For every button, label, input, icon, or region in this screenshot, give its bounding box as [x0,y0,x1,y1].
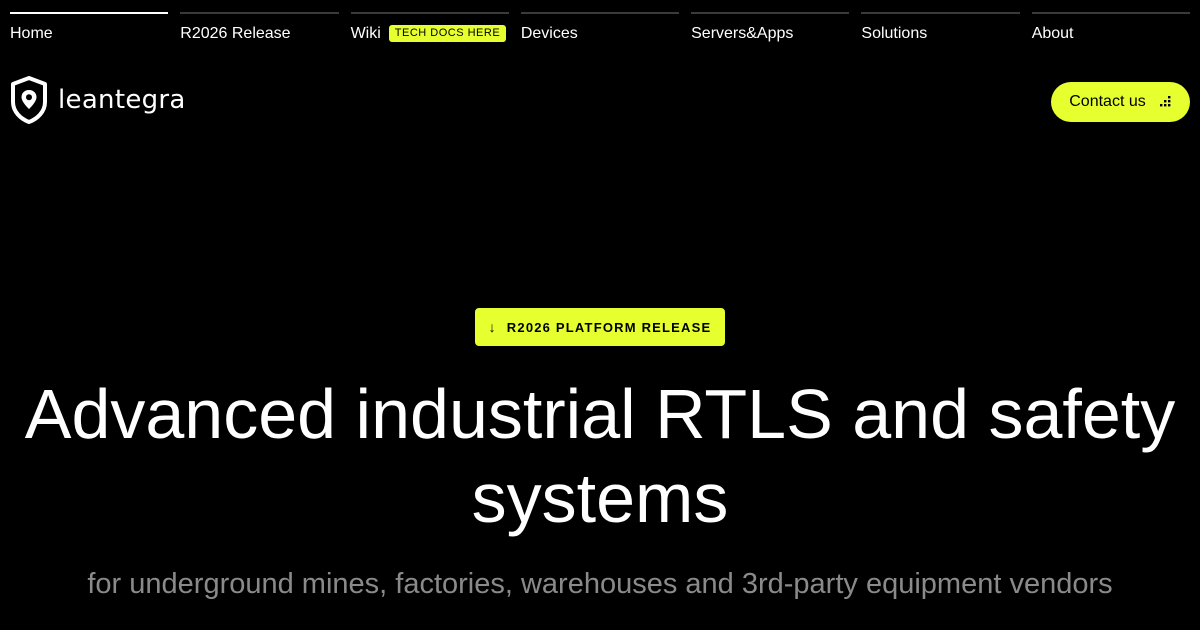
nav-item-home[interactable]: Home [10,12,169,56]
arrow-down-icon: ↓ [488,319,497,335]
contact-us-label: Contact us [1069,93,1146,110]
logo-link[interactable]: leantegra [10,76,186,124]
platform-release-label: R2026 PLATFORM RELEASE [506,319,712,335]
nav-item-about[interactable]: About [1031,12,1190,56]
nav-item-label: Wiki [350,25,381,42]
page: Home R2026 Release Wiki TECH DOCS HERE D… [0,0,1200,630]
nav-item-devices[interactable]: Devices [520,12,680,56]
nav-item-label: Solutions [861,25,928,42]
nav-item-label: Servers&Apps [691,25,794,42]
shield-location-icon [11,76,47,124]
hero-title: Advanced industrial RTLS and safety syst… [24,375,1176,537]
nav-item-solutions[interactable]: Solutions [861,12,1020,56]
nav-item-label: Devices [520,25,578,42]
logo-text: leantegra [58,85,186,115]
tech-docs-badge[interactable]: TECH DOCS HERE [388,25,507,42]
contact-us-button[interactable]: Contact us [1051,82,1190,122]
dots-icon [1159,96,1171,107]
nav-item-r2026-release[interactable]: R2026 Release [180,12,339,56]
nav-item-label: R2026 Release [180,25,291,42]
top-nav: Home R2026 Release Wiki TECH DOCS HERE D… [10,12,1190,56]
nav-item-label: Home [10,25,53,42]
nav-item-label: About [1031,25,1074,42]
platform-release-button[interactable]: ↓ R2026 PLATFORM RELEASE [475,308,725,346]
hero-subtitle: for underground mines, factories, wareho… [87,568,1113,600]
nav-item-wiki[interactable]: Wiki TECH DOCS HERE [350,12,509,56]
nav-item-servers-apps[interactable]: Servers&Apps [691,12,850,56]
